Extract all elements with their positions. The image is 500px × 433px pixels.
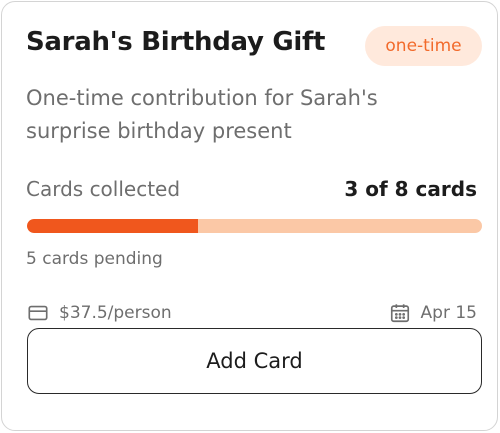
collection-progress-bar xyxy=(27,219,482,233)
credit-card-icon xyxy=(28,305,48,321)
card-description: One-time contribution for Sarah's surpri… xyxy=(26,86,378,143)
card-title: Sarah's Birthday Gift xyxy=(26,27,326,57)
due-date-text: Apr 15 xyxy=(420,303,477,323)
calendar-icon xyxy=(390,304,409,323)
per-person-text: $37.5/person xyxy=(59,303,172,323)
per-person-amount: $37.5/person xyxy=(27,302,172,324)
due-date: Apr 15 xyxy=(389,302,477,324)
cards-collected-count: 3 of 8 cards xyxy=(344,177,477,201)
add-card-button[interactable]: Add Card xyxy=(27,328,482,394)
progress-fill xyxy=(27,219,198,233)
pending-cards-text: 5 cards pending xyxy=(26,249,163,269)
cards-collected-label: Cards collected xyxy=(26,177,181,201)
frequency-badge: one-time xyxy=(365,26,482,66)
contribution-card: Sarah's Birthday Gift one-time One-time … xyxy=(1,1,498,431)
